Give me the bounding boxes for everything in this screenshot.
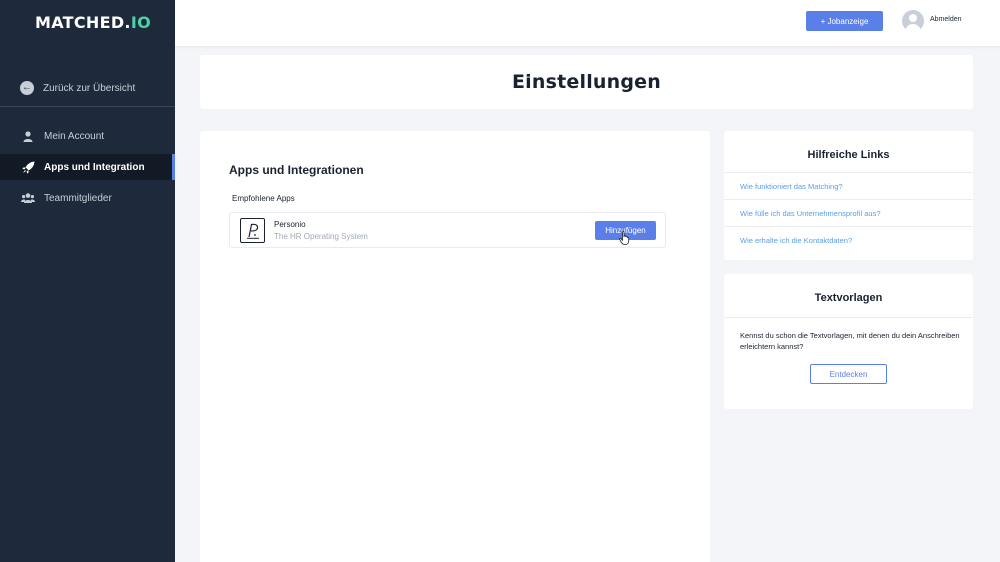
sidebar: MATCHED.IO ← Zurück zur Übersicht Mein A… (0, 0, 175, 562)
section-title: Apps und Integrationen (229, 163, 364, 177)
users-icon (21, 191, 35, 205)
text-templates-description: Kennst du schon die Textvorlagen, mit de… (740, 331, 960, 351)
page-title-card: Einstellungen (200, 55, 973, 109)
text-templates-title: Textvorlagen (814, 292, 883, 304)
rocket-icon (21, 160, 35, 174)
link-row: Wie fülle ich das Unternehmensprofil aus… (724, 199, 973, 226)
help-link-matching[interactable]: Wie funktioniert das Matching? (740, 182, 843, 191)
link-row: Wie funktioniert das Matching? (724, 172, 973, 199)
back-to-overview-link[interactable]: ← Zurück zur Übersicht (0, 72, 175, 104)
top-bar: + Jobanzeige Abmelden (175, 0, 1000, 46)
personio-logo-icon (240, 218, 265, 243)
helpful-links-title: Hilfreiche Links (807, 149, 890, 161)
avatar[interactable] (902, 10, 924, 32)
sidebar-item-team-members[interactable]: Teammitglieder (0, 185, 175, 211)
hand-cursor-icon (619, 231, 630, 245)
card-divider (724, 317, 973, 318)
app-name: Personio (274, 220, 306, 229)
recommended-apps-label: Empfohlene Apps (232, 194, 295, 203)
new-job-posting-button[interactable]: + Jobanzeige (806, 11, 883, 31)
page-title: Einstellungen (512, 71, 661, 93)
sidebar-item-label: Teammitglieder (44, 192, 112, 204)
back-label: Zurück zur Übersicht (43, 82, 136, 94)
arrow-left-circle-icon: ← (20, 81, 34, 95)
apps-integrations-card: Apps und Integrationen Empfohlene Apps P… (200, 131, 710, 562)
sidebar-item-label: Apps und Integration (44, 161, 145, 173)
link-row: Wie erhalte ich die Kontaktdaten? (724, 226, 973, 253)
app-description: The HR Operating System (274, 232, 368, 241)
logout-link[interactable]: Abmelden (930, 16, 962, 23)
sidebar-item-label: Mein Account (44, 130, 105, 142)
text-templates-card: Textvorlagen Kennst du schon die Textvor… (724, 274, 973, 409)
sidebar-divider (0, 106, 175, 107)
help-link-company-profile[interactable]: Wie fülle ich das Unternehmensprofil aus… (740, 209, 881, 218)
help-link-contact-data[interactable]: Wie erhalte ich die Kontaktdaten? (740, 236, 852, 245)
app-row-personio: Personio The HR Operating System Hinzufü… (229, 212, 666, 248)
helpful-links-card: Hilfreiche Links Wie funktioniert das Ma… (724, 131, 973, 260)
sidebar-item-account[interactable]: Mein Account (0, 123, 175, 149)
user-icon (21, 129, 35, 143)
app-logo[interactable]: MATCHED.IO (35, 13, 151, 32)
sidebar-item-apps-integration[interactable]: Apps und Integration (0, 154, 175, 180)
discover-button[interactable]: Entdecken (810, 364, 887, 384)
